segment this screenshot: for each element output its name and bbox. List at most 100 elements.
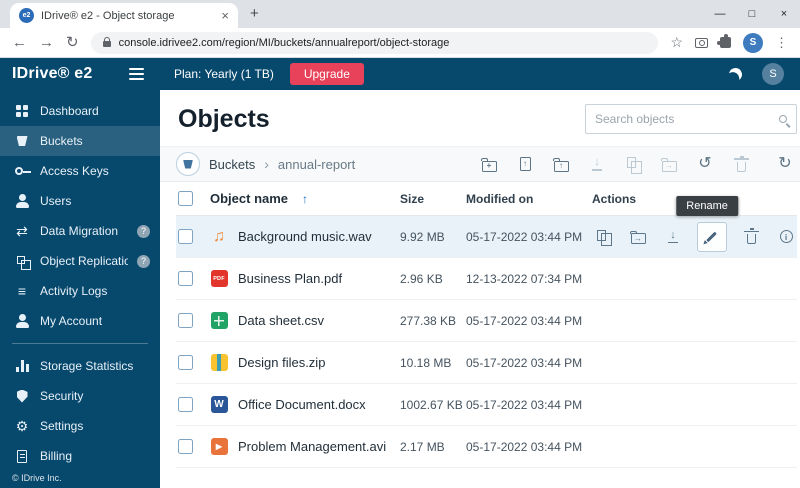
info-action-button[interactable]: i (775, 226, 797, 248)
row-checkbox[interactable] (178, 397, 193, 412)
object-size: 2.17 MB (400, 439, 445, 454)
move-icon: → (629, 229, 647, 244)
breadcrumb-bar: Buckets › annual-report + ↑ ↑ ↓ → ↺ ↻ (160, 146, 800, 182)
bucket-root-icon[interactable] (176, 152, 200, 176)
sidebar-item-storage-statistics[interactable]: Storage Statistics (0, 351, 160, 381)
sidebar-item-security[interactable]: Security (0, 381, 160, 411)
back-button[interactable]: ← (12, 35, 27, 50)
sidebar-item-label: Dashboard (40, 104, 99, 118)
create-folder-button[interactable]: + (477, 152, 501, 176)
forward-button[interactable]: → (39, 35, 54, 50)
object-row[interactable]: Data sheet.csv 277.38 KB 05-17-2022 03:44 … (176, 300, 797, 342)
object-size: 2.96 KB (400, 271, 443, 286)
move-button[interactable]: → (657, 152, 681, 176)
browser-tab[interactable]: e2 IDrive® e2 - Object storage × (10, 3, 238, 28)
sidebar-item-my-account[interactable]: My Account (0, 306, 160, 336)
minimize-button[interactable]: — (704, 0, 736, 28)
new-tab-button[interactable]: + (250, 6, 259, 21)
sidebar-item-data-migration[interactable]: ⇄ Data Migration? (0, 216, 160, 246)
column-header-size[interactable]: Size (400, 192, 466, 206)
upload-folder-button[interactable]: ↑ (549, 152, 573, 176)
copy-action-button[interactable] (592, 226, 614, 248)
sidebar-item-label: Buckets (40, 134, 83, 148)
account-avatar[interactable]: S (762, 63, 784, 85)
camera-extension-icon[interactable] (695, 37, 708, 48)
maximize-button[interactable]: □ (736, 0, 768, 28)
object-name: Office Document.docx (238, 397, 366, 412)
object-size: 277.38 KB (400, 313, 457, 328)
help-badge[interactable]: ? (137, 254, 150, 268)
object-size: 9.92 MB (400, 229, 445, 244)
row-checkbox[interactable] (178, 229, 193, 244)
object-modified: 12-13-2022 07:34 PM (466, 271, 583, 286)
objects-table: Object name ↑ Size Modified on Actions ♫… (160, 182, 800, 468)
breadcrumb-root[interactable]: Buckets (209, 157, 255, 172)
sidebar-item-users[interactable]: Users (0, 186, 160, 216)
object-modified: 05-17-2022 03:44 PM (466, 355, 583, 370)
rename-tooltip: Rename (676, 195, 738, 216)
search-input[interactable] (595, 112, 771, 126)
csv-file-icon (210, 312, 228, 329)
object-row[interactable]: PDF Business Plan.pdf 2.96 KB 12-13-2022 07… (176, 258, 797, 300)
row-checkbox[interactable] (178, 355, 193, 370)
column-header-name[interactable]: Object name ↑ (210, 191, 400, 206)
sidebar-item-dashboard[interactable]: Dashboard (0, 96, 160, 126)
object-row[interactable]: W Office Document.docx 1002.67 KB 05-17-202… (176, 384, 797, 426)
bookmark-star-icon[interactable]: ☆ (670, 34, 683, 51)
upload-file-button[interactable]: ↑ (513, 152, 537, 176)
hamburger-menu-icon[interactable] (129, 68, 144, 80)
help-badge[interactable]: ? (137, 224, 150, 238)
sidebar-item-settings[interactable]: ⚙ Settings (0, 411, 160, 441)
copy-button[interactable] (621, 152, 645, 176)
browser-menu-icon[interactable]: ⋮ (775, 35, 788, 51)
object-row[interactable]: Design files.zip 10.18 MB 05-17-2022 03:44… (176, 342, 797, 384)
rename-action-button[interactable]: Rename (676, 195, 738, 252)
sidebar-item-label: Settings (40, 419, 84, 433)
reload-button[interactable]: ↻ (66, 35, 79, 50)
row-checkbox[interactable] (178, 439, 193, 454)
row-checkbox[interactable] (178, 313, 193, 328)
delete-button[interactable] (729, 152, 753, 176)
browser-profile-avatar[interactable]: S (743, 32, 763, 53)
dark-mode-moon-icon[interactable] (727, 66, 744, 83)
sidebar-item-activity-logs[interactable]: ≡ Activity Logs (0, 276, 160, 306)
object-row[interactable]: ▶ Problem Management.avi 2.17 MB 05-17-2022… (176, 426, 797, 468)
row-checkbox[interactable] (178, 271, 193, 286)
refresh-button[interactable]: ↻ (773, 152, 797, 176)
sidebar-item-access-keys[interactable]: Access Keys (0, 156, 160, 186)
object-row[interactable]: ♫ Background music.wav 9.92 MB 05-17-2022 0… (176, 195, 797, 258)
tab-close-icon[interactable]: × (221, 9, 229, 22)
select-all-checkbox[interactable] (178, 191, 193, 206)
close-window-button[interactable]: × (768, 0, 800, 28)
search-box[interactable] (585, 104, 797, 134)
breadcrumb-separator: › (264, 156, 269, 172)
sidebar: Dashboard Buckets Access Keys Users ⇄ Data Mi… (0, 90, 160, 488)
download-button[interactable]: ↓ (585, 152, 609, 176)
browser-address-bar: ← → ↻ console.idrivee2.com/region/MI/buc… (0, 28, 800, 58)
sort-ascending-icon[interactable]: ↑ (302, 192, 308, 206)
key-icon (13, 167, 31, 175)
column-header-modified[interactable]: Modified on (466, 192, 592, 206)
create-folder-icon: + (480, 157, 498, 172)
move-action-button[interactable]: → (627, 226, 649, 248)
replication-icon (13, 256, 31, 270)
sidebar-item-buckets[interactable]: Buckets (0, 126, 160, 156)
browser-tab-bar: e2 IDrive® e2 - Object storage × + — □ × (0, 0, 800, 28)
download-action-button[interactable]: ↓ (662, 226, 684, 248)
restore-button[interactable]: ↺ (693, 152, 717, 176)
extensions-icon[interactable] (717, 34, 731, 48)
url-box[interactable]: console.idrivee2.com/region/MI/buckets/a… (90, 31, 659, 54)
delete-action-button[interactable] (740, 226, 762, 248)
sidebar-item-billing[interactable]: Billing (0, 441, 160, 471)
upgrade-button[interactable]: Upgrade (289, 63, 364, 85)
sidebar-divider (12, 343, 148, 344)
object-size: 10.18 MB (400, 355, 452, 370)
audio-file-icon: ♫ (213, 227, 225, 245)
download-icon: ↓ (588, 157, 606, 171)
sidebar-item-label: Users (40, 194, 72, 208)
sidebar-item-object-replication[interactable]: Object Replication? (0, 246, 160, 276)
plan-label: Plan: Yearly (1 TB) (174, 67, 274, 81)
download-icon: ↓ (664, 229, 682, 244)
search-icon (779, 115, 787, 123)
app-header: IDrive® e2 Plan: Yearly (1 TB) Upgrade S (0, 58, 800, 90)
